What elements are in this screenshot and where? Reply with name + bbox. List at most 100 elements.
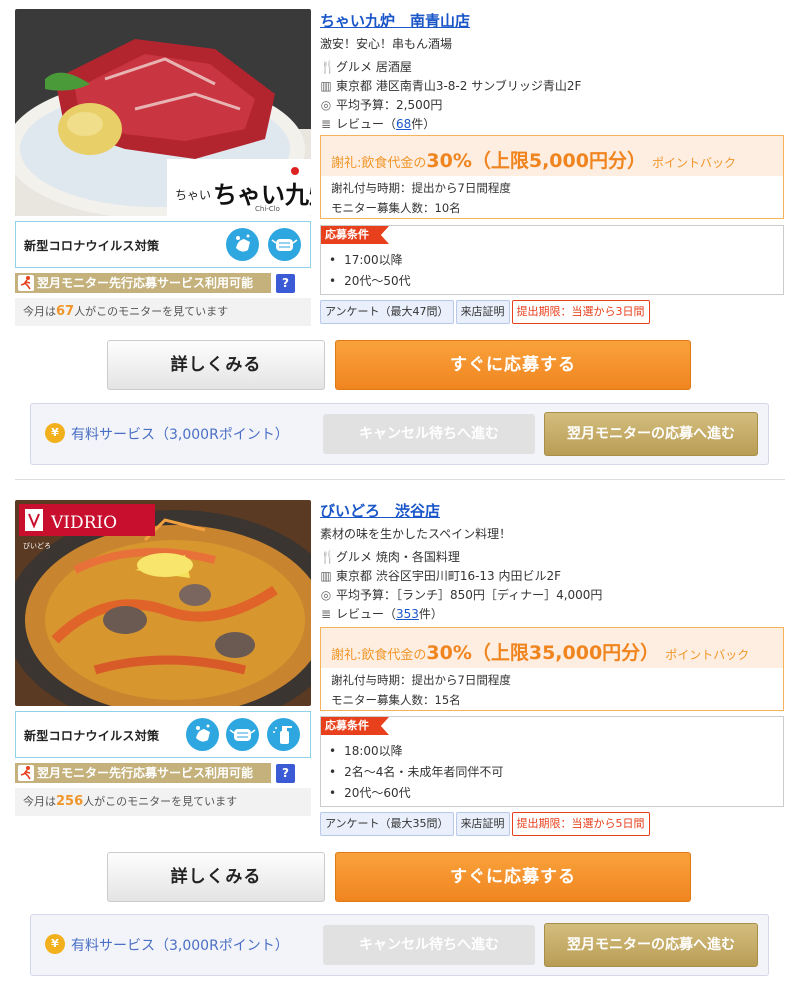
genre-text: グルメ 居酒屋	[336, 60, 412, 74]
reward-suffix: ポイントバック	[651, 156, 736, 170]
review-count-link[interactable]: 353	[396, 607, 419, 621]
viewers-prefix: 今月は	[23, 795, 56, 808]
reward-headline: 謝礼:飲食代金の30%（上限35,000円分） ポイントバック	[321, 628, 783, 668]
deadline-badge: 提出期限：当選から3日間	[511, 300, 650, 324]
reward-timing: 謝礼付与時期：提出から7日間程度	[331, 181, 511, 195]
next-month-apply-button[interactable]: 翌月モニターの応募へ進む	[544, 412, 758, 456]
review-count-link[interactable]: 68	[396, 117, 411, 131]
badge-row: アンケート（最大35問） 来店証明 提出期限：当選から5日間	[320, 812, 652, 836]
condition-item: 20代〜60代	[329, 783, 783, 804]
corona-label: 新型コロナウイルス対策	[24, 729, 160, 743]
next-month-service-label: 翌月モニター先行応募サービス利用可能	[37, 766, 254, 780]
apply-now-button[interactable]: すぐに応募する	[335, 852, 691, 902]
review-row: ≣ レビュー（353件）	[320, 605, 443, 622]
review-row: ≣ レビュー（68件）	[320, 115, 435, 132]
fork-knife-icon: 🍴	[320, 60, 335, 74]
yen-coin-icon: ◎	[320, 98, 332, 112]
monitor-count: モニター募集人数：15名	[331, 693, 461, 707]
conditions-tag: 応募条件	[321, 226, 389, 244]
apply-now-button[interactable]: すぐに応募する	[335, 340, 691, 390]
deadline-badge: 提出期限：当選から5日間	[511, 812, 650, 836]
listing-divider	[15, 479, 785, 480]
next-month-service-label: 翌月モニター先行応募サービス利用可能	[37, 276, 254, 290]
reward-prefix: 謝礼:飲食代金の	[331, 648, 427, 663]
condition-item: 20代〜50代	[329, 271, 783, 292]
shop-catchphrase: 素材の味を生かしたスペイン料理！	[320, 527, 512, 541]
condition-item: 2名〜4名・未成年者同伴不可	[329, 762, 783, 783]
reward-rate: 30%（上限5,000円分）	[426, 150, 646, 172]
genre-row: 🍴グルメ 居酒屋	[320, 58, 412, 75]
hand-wash-icon	[226, 228, 259, 261]
conditions-tag: 応募条件	[321, 717, 389, 735]
corona-measures-box: 新型コロナウイルス対策	[15, 221, 311, 268]
viewers-count: 67	[56, 304, 75, 319]
corona-label: 新型コロナウイルス対策	[24, 239, 160, 253]
help-button[interactable]: ?	[276, 764, 295, 783]
logo-text-sub: Chi-Clo	[255, 205, 280, 213]
review-prefix: レビュー（	[336, 607, 397, 621]
viewers-prefix: 今月は	[23, 305, 56, 318]
reward-box: 謝礼:飲食代金の30%（上限35,000円分） ポイントバック 謝礼付与時期：提出…	[320, 627, 784, 711]
conditions-box: 応募条件 18:00以降 2名〜4名・未成年者同伴不可 20代〜60代	[320, 716, 784, 807]
building-icon: ▥	[320, 569, 332, 583]
fork-knife-icon: 🍴	[320, 550, 335, 564]
conditions-list: 18:00以降 2名〜4名・未成年者同伴不可 20代〜60代	[321, 717, 783, 804]
monitor-count: モニター募集人数：10名	[331, 201, 461, 215]
condition-item: 17:00以降	[329, 250, 783, 271]
logo-text-main: VIDRIO	[50, 513, 117, 533]
next-month-apply-button[interactable]: 翌月モニターの応募へ進む	[544, 923, 758, 967]
runner-icon	[18, 765, 34, 781]
help-button[interactable]: ?	[276, 274, 295, 293]
monitor-listing: VIDRIO びいどろ 新型コロナウイルス対策 翌月モニター先行応募サービス利用…	[0, 490, 800, 984]
viewers-note: 今月は256人がこのモニターを見ています	[15, 788, 311, 816]
paid-service-label: 有料サービス（3,000Rポイント）	[71, 427, 289, 443]
shop-name-link[interactable]: びいどろ 渋谷店	[320, 500, 440, 521]
reward-rate: 30%（上限35,000円分）	[426, 642, 660, 664]
runner-icon	[18, 275, 34, 291]
reward-suffix: ポイントバック	[665, 648, 750, 662]
shop-photo[interactable]: VIDRIO びいどろ	[15, 500, 311, 706]
sanitizer-spray-icon	[267, 718, 300, 751]
yen-coin-icon: ◎	[320, 588, 332, 602]
address-text: 東京都 港区南青山3-8-2 サンブリッジ青山2F	[336, 79, 582, 93]
logo-text-small: ちゃい	[175, 188, 211, 202]
conditions-list: 17:00以降 20代〜50代	[321, 226, 783, 292]
paid-service-bar: ¥ 有料サービス（3,000Rポイント） キャンセル待ちへ進む 翌月モニターの応…	[30, 914, 769, 976]
reward-headline: 謝礼:飲食代金の30%（上限5,000円分） ポイントバック	[321, 136, 783, 176]
shop-name-link[interactable]: ちゃい九炉 南青山店	[320, 10, 470, 31]
budget-row: ◎ 平均予算：2,500円	[320, 96, 443, 113]
review-suffix: 件）	[418, 607, 443, 621]
budget-text: 平均予算：2,500円	[336, 98, 443, 112]
review-suffix: 件）	[411, 117, 436, 131]
cancel-waitlist-button[interactable]: キャンセル待ちへ進む	[323, 414, 535, 454]
visit-proof-badge: 来店証明	[455, 300, 510, 324]
shop-catchphrase: 激安！安心！串もん酒場	[320, 37, 453, 51]
viewers-count: 256	[56, 794, 84, 809]
logo-text-sub: びいどろ	[23, 542, 51, 550]
details-button[interactable]: 詳しくみる	[107, 340, 325, 390]
mask-icon	[226, 718, 259, 751]
building-icon: ▥	[320, 79, 332, 93]
budget-text: 平均予算：［ランチ］850円［ディナー］4,000円	[336, 588, 603, 602]
condition-item: 18:00以降	[329, 741, 783, 762]
paid-service-bar: ¥ 有料サービス（3,000Rポイント） キャンセル待ちへ進む 翌月モニターの応…	[30, 403, 769, 465]
paid-service-label: 有料サービス（3,000Rポイント）	[71, 938, 289, 954]
cancel-waitlist-button[interactable]: キャンセル待ちへ進む	[323, 925, 535, 965]
reward-prefix: 謝礼:飲食代金の	[331, 156, 427, 171]
viewers-note: 今月は67人がこのモニターを見ています	[15, 298, 311, 326]
address-text: 東京都 渋谷区宇田川町16-13 内田ビル2F	[336, 569, 562, 583]
hand-wash-icon	[186, 718, 219, 751]
mask-icon	[268, 228, 301, 261]
conditions-box: 応募条件 17:00以降 20代〜50代	[320, 225, 784, 295]
review-prefix: レビュー（	[336, 117, 397, 131]
badge-row: アンケート（最大47問） 来店証明 提出期限：当選から3日間	[320, 300, 652, 324]
shop-photo[interactable]: ちゃい ちゃい九炉 Chi-Clo	[15, 9, 311, 216]
address-row: ▥ 東京都 港区南青山3-8-2 サンブリッジ青山2F	[320, 77, 581, 94]
genre-text: グルメ 焼肉・各国料理	[336, 550, 460, 564]
viewers-suffix: 人がこのモニターを見ています	[74, 305, 229, 318]
visit-proof-badge: 来店証明	[455, 812, 510, 836]
next-month-service-badge: 翌月モニター先行応募サービス利用可能	[15, 273, 271, 293]
viewers-suffix: 人がこのモニターを見ています	[83, 795, 238, 808]
genre-row: 🍴グルメ 焼肉・各国料理	[320, 548, 460, 565]
details-button[interactable]: 詳しくみる	[107, 852, 325, 902]
